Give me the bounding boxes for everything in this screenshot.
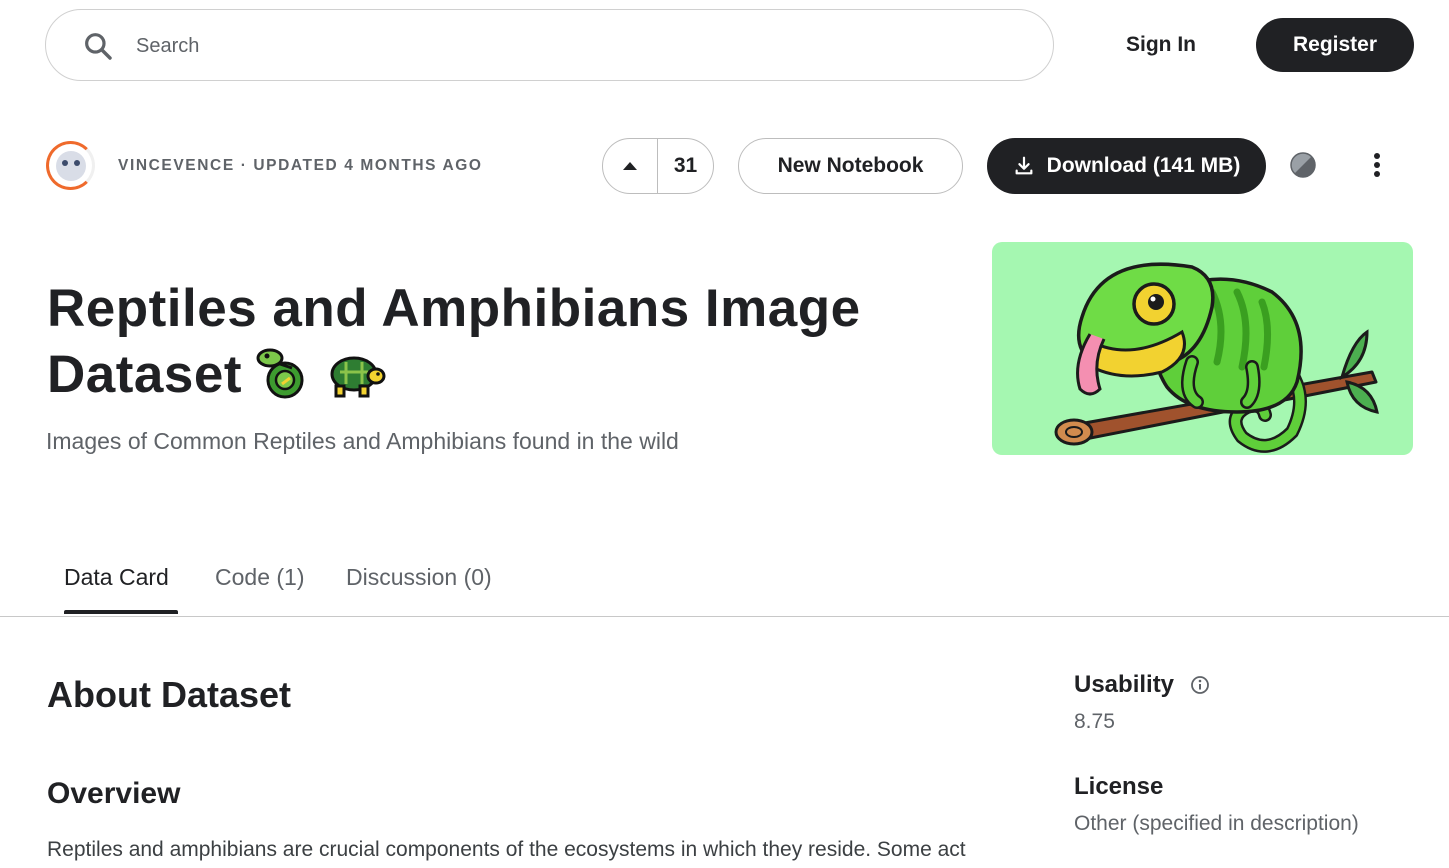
updated-text: UPDATED 4 MONTHS AGO [253,157,483,174]
avatar-image [55,150,86,181]
more-dot [1374,153,1380,159]
active-tab-indicator [64,610,178,614]
about-heading: About Dataset [47,674,292,715]
new-notebook-button[interactable]: New Notebook [738,138,963,194]
overview-heading: Overview [47,777,181,810]
download-label: Download (141 MB) [1046,154,1241,177]
owner-link[interactable]: VINCEVENCE [118,157,235,174]
dataset-title: Reptiles and Amphibians Image Dataset [47,276,927,408]
usability-value: 8.75 [1074,710,1115,733]
dataset-cover-image [992,242,1413,455]
upvote-arrow-icon [623,162,637,170]
upvote-count: 31 [673,154,698,177]
upvote-button[interactable] [603,139,658,193]
search-input[interactable] [136,28,1016,64]
search-icon [85,33,112,60]
tab-bar: Data Card Code (1) Discussion (0) [0,540,1449,617]
owner-avatar[interactable] [46,141,95,190]
more-dot [1374,171,1380,177]
more-dot [1374,162,1380,168]
usability-label: Usability [1074,671,1175,698]
more-vert-icon[interactable] [1364,150,1390,180]
chameleon-illustration [1054,262,1379,453]
download-button[interactable]: Download (141 MB) [987,138,1266,194]
dataset-subtitle: Images of Common Reptiles and Amphibians… [46,428,679,454]
search-bar[interactable] [45,9,1054,81]
turtle-emoji-icon [330,356,386,398]
dataset-meta: VINCEVENCE · UPDATED 4 MONTHS AGO [118,157,483,175]
register-button[interactable]: Register [1256,18,1414,72]
sign-in-button[interactable]: Sign In [1108,26,1214,64]
tab-discussion[interactable]: Discussion (0) [346,564,492,591]
info-icon[interactable] [1190,675,1210,695]
license-value: Other (specified in description) [1074,812,1359,835]
theme-toggle-icon[interactable] [1289,151,1317,179]
tab-code[interactable]: Code (1) [215,564,304,591]
upvote-widget: 31 [602,138,714,194]
meta-separator: · [234,157,254,174]
tab-data-card[interactable]: Data Card [64,564,169,591]
overview-paragraph: Reptiles and amphibians are crucial comp… [47,838,966,861]
license-label: License [1074,773,1164,800]
download-icon [1015,156,1033,175]
dataset-title-text: Reptiles and Amphibians Image Dataset [47,279,861,404]
lizard-emoji-icon [256,348,304,399]
